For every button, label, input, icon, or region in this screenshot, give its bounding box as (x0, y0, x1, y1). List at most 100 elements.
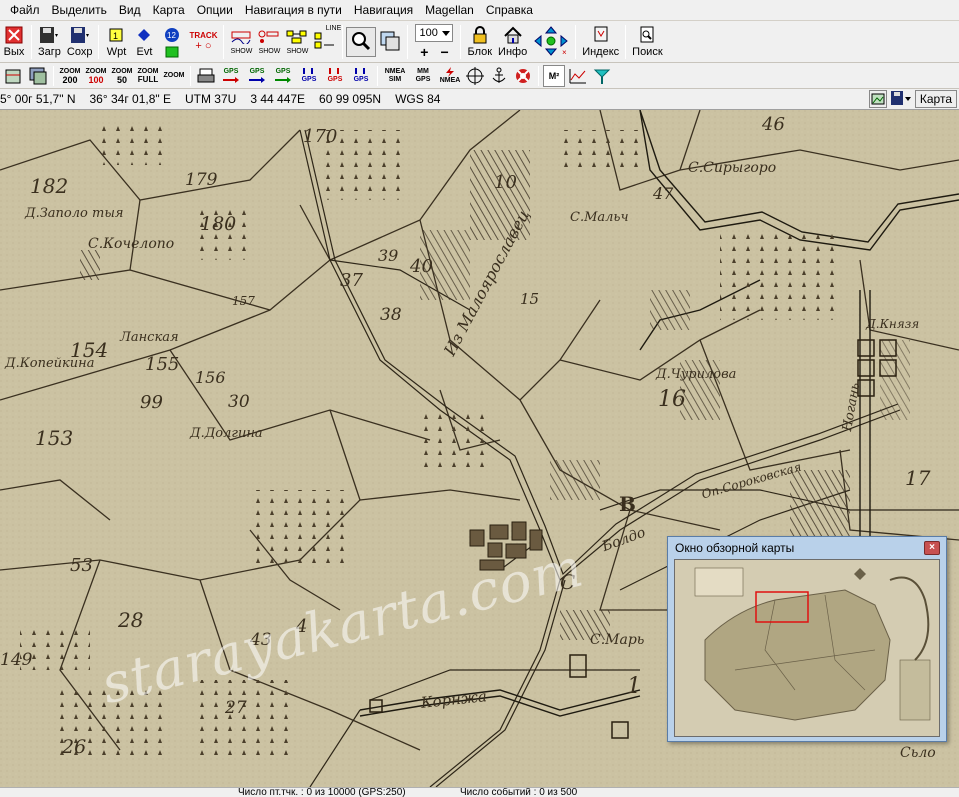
antenna-icon[interactable] (591, 65, 613, 87)
map-label: 38 (380, 305, 402, 325)
mm-gps-button[interactable]: MM GPS (410, 65, 436, 87)
overview-map-thumbnail[interactable] (674, 559, 940, 737)
menu-navigation[interactable]: Навигация (348, 0, 419, 21)
area-label: M² (548, 70, 560, 81)
chevron-down-icon (442, 30, 451, 36)
event-button[interactable]: Evt (130, 22, 158, 62)
navigate-button[interactable]: × (530, 22, 572, 62)
menu-view[interactable]: Вид (113, 0, 147, 21)
track-line-icon (230, 28, 252, 46)
show-label: SHOW (286, 48, 309, 55)
menu-map[interactable]: Карта (147, 0, 191, 21)
block-label: Блок (467, 45, 493, 58)
crosshair-icon[interactable] (464, 65, 486, 87)
print-icon[interactable] (195, 65, 217, 87)
map-label: 37 (340, 270, 363, 291)
area-measure-button[interactable]: M² (543, 64, 565, 87)
info-button[interactable]: Инфо (495, 22, 530, 62)
menu-options[interactable]: Опции (191, 0, 239, 21)
index-icon (590, 26, 612, 44)
map-layers-icon[interactable] (27, 65, 49, 87)
exit-button[interactable]: Вых (0, 22, 28, 62)
index-button[interactable]: Индекс (579, 22, 622, 62)
points-count: Число пт.тчк. : 0 из 10000 (GPS:250) (238, 787, 406, 797)
arrow-right-icon (275, 76, 291, 83)
map-label: Д.Чурилова (656, 367, 737, 382)
anchor-icon[interactable] (488, 65, 510, 87)
zoom-in-button[interactable]: + (420, 44, 428, 60)
menu-help[interactable]: Справка (480, 0, 539, 21)
toolbar-separator (575, 24, 577, 59)
gps-upload-button[interactable]: GPS (323, 65, 347, 87)
floppy-save-icon (69, 26, 91, 44)
gps-send-button[interactable]: GPS (297, 65, 321, 87)
gps-route-button[interactable]: GPS (271, 65, 295, 87)
arrow-right-icon (223, 76, 239, 83)
nmea-button[interactable]: NMEA (438, 65, 462, 87)
gps-sync-button[interactable]: GPS (349, 65, 373, 87)
latitude-readout: 5° 00г 51,7" N (0, 92, 76, 106)
map-label: 155 (145, 354, 180, 375)
zoom-out-button[interactable]: − (440, 44, 448, 60)
route-show-button[interactable]: SHOW (283, 22, 311, 62)
map-label: 157 (232, 294, 255, 308)
gps-track-button[interactable]: GPS (245, 65, 269, 87)
save-label: Сохр (66, 45, 93, 58)
map-label: 170 (303, 126, 338, 147)
map-label: 53 (70, 555, 93, 576)
block-button[interactable]: Блок (464, 22, 495, 62)
toolbar-separator (342, 24, 344, 59)
longitude-readout: 36° 34г 01,8" E (89, 92, 171, 106)
map-button[interactable]: Карта (914, 90, 957, 108)
lifebuoy-icon[interactable] (512, 65, 534, 87)
map-label: Д.Долгина (190, 426, 263, 441)
line-button[interactable]: LINE (311, 22, 342, 62)
gps-receive-button[interactable]: GPS (219, 65, 243, 87)
waypoint-icon: 1 (105, 26, 127, 44)
map-label: 182 (30, 174, 69, 198)
zoom-full-button[interactable]: ZOOM FULL (136, 65, 160, 87)
map-label: 179 (185, 170, 218, 190)
map-label: В (619, 492, 636, 516)
save-button[interactable]: Сохр (64, 22, 96, 62)
map-grid-icon[interactable] (3, 65, 25, 87)
line-label: LINE (325, 25, 342, 32)
menu-magellan[interactable]: Magellan (419, 0, 480, 21)
profile-chart-icon[interactable] (567, 65, 589, 87)
menu-file[interactable]: Файл (4, 0, 46, 21)
magnifier-button[interactable] (346, 26, 377, 57)
map-label: 30 (228, 392, 250, 412)
route-number-icon: 12 (161, 26, 183, 44)
search-button[interactable]: Поиск (629, 22, 665, 62)
arrows-sync-icon (355, 67, 365, 74)
menu-nav-route[interactable]: Навигация в пути (239, 0, 348, 21)
route-show-icon (286, 28, 308, 46)
events-count: Число событий : 0 из 500 (460, 787, 578, 797)
track-button[interactable]: TRACK + ○ (186, 22, 220, 62)
zoom-100-button[interactable]: ZOOM 100 (84, 65, 108, 87)
nmea-sim-button[interactable]: NMEA SIM (382, 65, 408, 87)
map-label: 39 (378, 246, 399, 265)
save-map-icon[interactable] (889, 90, 913, 108)
window-button[interactable] (376, 22, 404, 62)
waypoint-button[interactable]: 1 Wpt (102, 22, 130, 62)
close-button[interactable]: × (924, 541, 940, 555)
waypoint-show-button[interactable]: SHOW (255, 22, 283, 62)
status-bar: Число пт.тчк. : 0 из 10000 (GPS:250) Чис… (0, 787, 959, 797)
zoom-fit-button[interactable]: ZOOM (162, 65, 186, 87)
map-label: 99 (140, 392, 163, 413)
route-button[interactable]: 12 (158, 22, 186, 62)
track-show-button[interactable]: SHOW (227, 22, 255, 62)
image-export-icon[interactable] (868, 90, 887, 108)
arrow-down-icon (303, 67, 313, 74)
menu-select[interactable]: Выделить (46, 0, 113, 21)
main-toolbar: Вых Загр Сохр 1 Wpt Evt 12 TRACK + ○ SHO… (0, 21, 959, 63)
zoom-50-button[interactable]: ZOOM 50 (110, 65, 134, 87)
zoom-value: 100 (419, 26, 438, 39)
overview-titlebar[interactable]: Окно обзорной карты × (668, 537, 946, 559)
load-button[interactable]: Загр (35, 22, 64, 62)
zoom-bottom-label: FULL (137, 74, 159, 84)
overview-window[interactable]: Окно обзорной карты × (667, 536, 947, 742)
zoom-200-button[interactable]: ZOOM 200 (58, 65, 82, 87)
zoom-select[interactable]: 100 (415, 23, 454, 42)
